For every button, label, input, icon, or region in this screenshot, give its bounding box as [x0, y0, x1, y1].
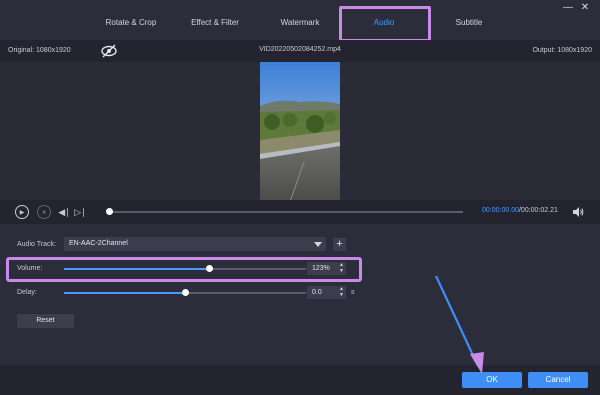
file-name: VID20220502084252.mp4 — [259, 46, 341, 53]
volume-icon[interactable] — [572, 206, 584, 218]
volume-stepper[interactable]: ▲ ▼ — [337, 262, 346, 275]
add-audio-track-button[interactable]: + — [333, 238, 346, 251]
volume-slider-fill — [64, 268, 210, 270]
video-preview — [0, 62, 600, 202]
output-resolution: Output: 1080x1920 — [532, 47, 592, 54]
delay-stepper[interactable]: ▲ ▼ — [337, 286, 346, 299]
tab-bar: Rotate & Crop Effect & Filter Watermark … — [0, 0, 600, 42]
seek-bar[interactable] — [108, 211, 463, 213]
current-time: 00:00:00.00 — [482, 207, 519, 214]
audio-track-select[interactable]: EN-AAC-2Channel — [64, 237, 326, 251]
chevron-down-icon[interactable]: ▼ — [337, 292, 346, 298]
info-bar: Original: 1080x1920 VID20220502084252.mp… — [0, 40, 600, 62]
tab-watermark[interactable]: Watermark — [272, 10, 328, 36]
next-frame-icon[interactable]: ▷∣ — [73, 205, 87, 219]
stop-icon[interactable]: ■ — [37, 205, 51, 219]
audio-track-label: Audio Track: — [17, 241, 56, 248]
play-icon[interactable]: ▶ — [15, 205, 29, 219]
volume-slider[interactable] — [64, 265, 306, 272]
delay-value-field[interactable]: 0.0 — [307, 286, 339, 299]
tab-rotate-crop[interactable]: Rotate & Crop — [100, 10, 162, 36]
delay-slider[interactable] — [64, 289, 306, 296]
audio-track-value: EN-AAC-2Channel — [69, 240, 128, 247]
chevron-down-icon[interactable]: ▼ — [337, 268, 346, 274]
previous-frame-icon[interactable]: ◀∣ — [57, 205, 71, 219]
delay-slider-handle[interactable] — [182, 289, 189, 296]
video-frame — [260, 62, 340, 202]
volume-value-field[interactable]: 123% — [307, 262, 339, 275]
delay-label: Delay: — [17, 289, 37, 296]
minimize-icon[interactable]: — — [561, 2, 575, 14]
cancel-button[interactable]: Cancel — [528, 372, 588, 388]
chevron-down-icon — [314, 242, 322, 247]
playback-bar: ▶ ■ ◀∣ ▷∣ 00:00:00.00/00:00:02.21 — [0, 200, 600, 224]
reset-button[interactable]: Reset — [17, 314, 74, 328]
total-time: /00:00:02.21 — [518, 207, 558, 214]
time-display: 00:00:00.00/00:00:02.21 — [482, 207, 558, 214]
ok-button[interactable]: OK — [462, 372, 522, 388]
tab-subtitle[interactable]: Subtitle — [443, 10, 495, 36]
volume-label: Volume: — [17, 265, 43, 272]
delay-slider-fill — [64, 292, 185, 294]
tab-effect-filter[interactable]: Effect & Filter — [184, 10, 246, 36]
close-icon[interactable]: ✕ — [578, 2, 592, 14]
delay-unit: s — [351, 289, 355, 296]
audio-tab-highlight-box — [339, 6, 431, 42]
seek-handle[interactable] — [106, 208, 113, 215]
